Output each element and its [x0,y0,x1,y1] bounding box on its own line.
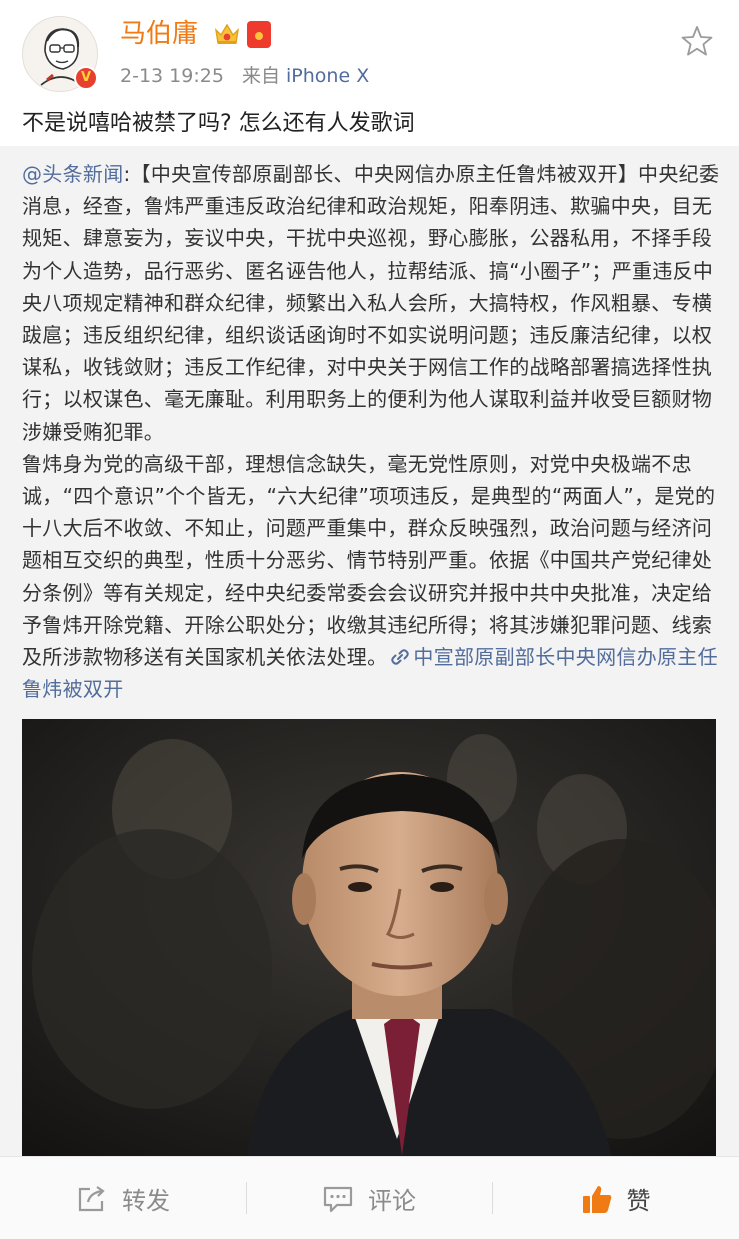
repost-body-1: :【中央宣传部原副部长、中央网信办原主任鲁炜被双开】中央纪委消息，经查，鲁炜严重… [22,162,720,444]
comment-button[interactable]: 评论 [246,1157,492,1239]
source-device[interactable]: iPhone X [286,65,369,87]
post-meta: 2-13 19:25 来自 iPhone X [120,62,369,90]
source-prefix: 来自 [241,65,280,87]
action-toolbar: 转发 评论 赞 [0,1156,739,1239]
thumbs-up-icon [582,1185,611,1213]
crown-icon [214,23,240,44]
repost-paragraph-2: 鲁炜身为党的高级干部，理想信念缺失，毫无党性原则，对党中央极端不忠诚，“四个意识… [22,448,720,706]
post-header: V 马伯庸 2-13 19:25 来自 iPhone X [0,0,739,100]
repost-paragraph-1: @头条新闻:【中央宣传部原副部长、中央网信办原主任鲁炜被双开】中央纪委消息，经查… [22,158,720,448]
red-packet-icon [247,21,271,48]
repost-label: 转发 [122,1187,170,1215]
like-button[interactable]: 赞 [492,1157,739,1239]
star-icon[interactable] [680,24,714,58]
verified-badge-icon: V [74,66,98,90]
timestamp: 2-13 19:25 [120,65,224,87]
username[interactable]: 马伯庸 [120,17,198,51]
repost-text: @头条新闻:【中央宣传部原副部长、中央网信办原主任鲁炜被双开】中央纪委消息，经查… [22,158,720,705]
mention-link[interactable]: @头条新闻 [22,162,124,186]
repost-photo[interactable] [22,719,716,1156]
comment-icon [323,1186,353,1212]
repost-body-2: 鲁炜身为党的高级干部，理想信念缺失，毫无党性原则，对党中央极端不忠诚，“四个意识… [22,451,716,670]
repost-card[interactable]: @头条新闻:【中央宣传部原副部长、中央网信办原主任鲁炜被双开】中央纪委消息，经查… [0,146,739,1156]
repost-button[interactable]: 转发 [0,1157,246,1239]
post-text: 不是说嘻哈被禁了吗? 怎么还有人发歌词 [22,111,415,136]
link-icon [391,649,410,665]
repost-icon [78,1185,105,1211]
like-label: 赞 [626,1187,651,1215]
comment-label: 评论 [368,1187,416,1215]
